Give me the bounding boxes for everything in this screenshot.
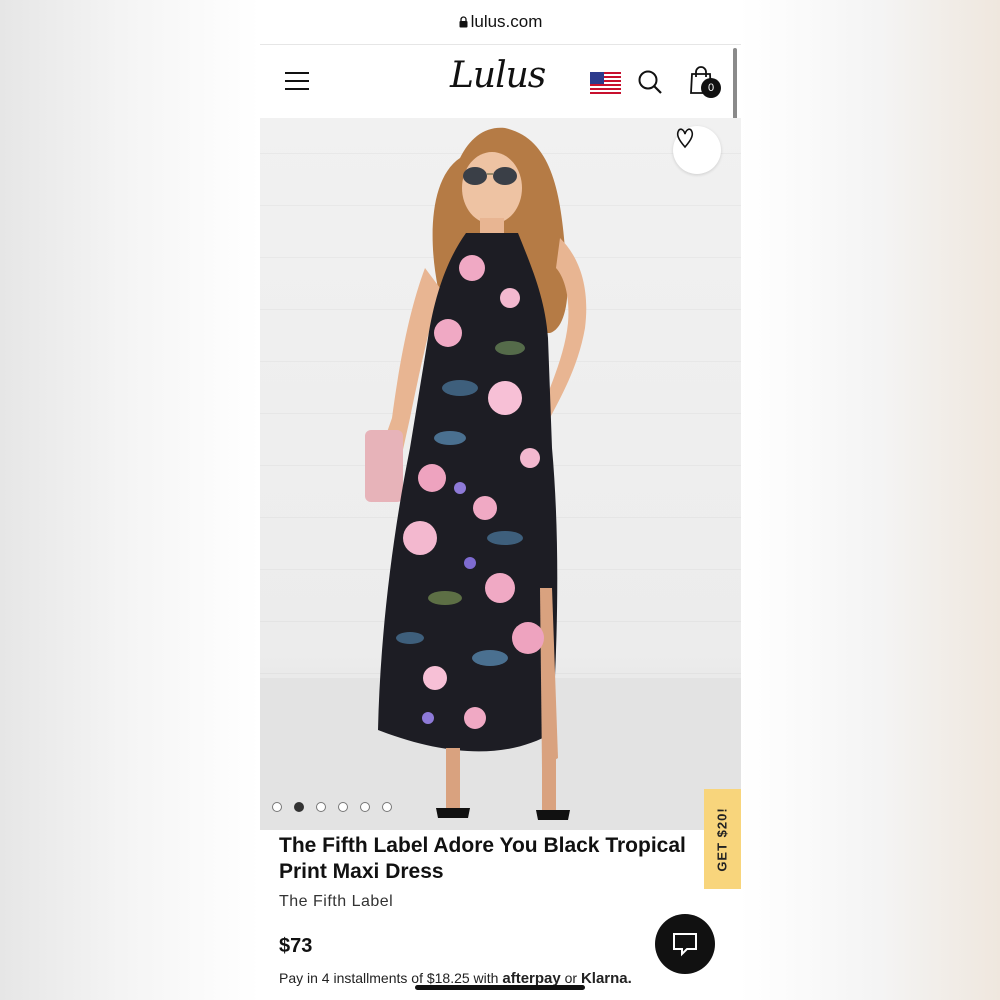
carousel-dot[interactable] bbox=[382, 802, 392, 812]
carousel-dot[interactable] bbox=[272, 802, 282, 812]
home-indicator[interactable] bbox=[415, 985, 585, 990]
cart-count-badge: 0 bbox=[701, 78, 721, 98]
carousel-dot[interactable] bbox=[338, 802, 348, 812]
browser-url-bar[interactable]: lulus.com bbox=[260, 0, 741, 45]
carousel-dot-active[interactable] bbox=[294, 802, 304, 812]
installments-or: or bbox=[564, 970, 578, 986]
carousel-indicator bbox=[272, 802, 392, 812]
site-logo[interactable]: Lulus bbox=[450, 55, 546, 96]
product-brand[interactable]: The Fifth Label bbox=[279, 893, 393, 911]
chat-button[interactable] bbox=[655, 914, 715, 974]
chat-icon bbox=[673, 933, 697, 957]
product-price: $73 bbox=[279, 935, 313, 957]
installments-text: Pay in 4 installments of $18.25 with bbox=[279, 970, 499, 986]
heart-icon bbox=[676, 128, 694, 149]
wishlist-button[interactable] bbox=[673, 126, 721, 174]
hamburger-menu-icon[interactable] bbox=[284, 69, 310, 93]
carousel-dot[interactable] bbox=[360, 802, 370, 812]
us-flag-icon[interactable] bbox=[590, 72, 621, 94]
klarna-logo[interactable]: Klarna. bbox=[581, 970, 632, 987]
search-icon[interactable] bbox=[637, 69, 663, 95]
product-title: The Fifth Label Adore You Black Tropical… bbox=[279, 834, 686, 883]
phone-screen: lulus.com Lulus 0 GET $20! The Fifth Lab… bbox=[260, 0, 741, 1000]
product-image-carousel[interactable] bbox=[260, 118, 741, 830]
site-header: Lulus 0 bbox=[260, 45, 741, 118]
product-photo bbox=[260, 127, 741, 830]
carousel-dot[interactable] bbox=[316, 802, 326, 812]
lock-icon bbox=[459, 16, 468, 28]
url-text: lulus.com bbox=[470, 12, 543, 31]
